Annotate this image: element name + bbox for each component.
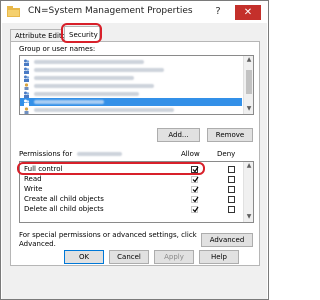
scroll-thumb[interactable] [246, 70, 252, 94]
help-button[interactable]: Help [199, 250, 239, 264]
redacted-name [34, 92, 139, 96]
special-permissions-text-2: Advanced. [19, 240, 56, 248]
permission-name: Write [24, 185, 43, 193]
permissions-label: Permissions for [19, 150, 73, 158]
permission-name: Create all child objects [24, 195, 104, 203]
ok-button[interactable]: OK [64, 250, 104, 264]
window-title: CN=System Management Properties [28, 6, 193, 16]
cancel-button[interactable]: Cancel [109, 250, 149, 264]
group-label: Group or user names: [19, 45, 96, 53]
deny-checkbox[interactable] [228, 196, 235, 203]
redacted-name [34, 100, 104, 104]
list-item[interactable] [20, 74, 242, 82]
allow-checkbox[interactable] [191, 176, 199, 183]
permissions-scrollbar[interactable]: ▲ ▼ [243, 162, 253, 222]
security-panel: Group or user names: ▲ ▼ Add... Remove P… [10, 41, 260, 266]
list-item[interactable] [20, 66, 242, 74]
permission-row: Create all child objects [20, 195, 244, 204]
user-icon [24, 83, 29, 90]
apply-button[interactable]: Apply [154, 250, 194, 264]
close-button[interactable]: ✕ [235, 5, 261, 20]
scroll-up-icon[interactable]: ▲ [245, 162, 253, 170]
list-item[interactable] [20, 82, 242, 90]
permission-row: Read [20, 175, 244, 184]
allow-checkbox[interactable] [191, 206, 199, 213]
tab-attribute-editor[interactable]: Attribute Editor [10, 29, 69, 41]
user-icon [24, 107, 29, 114]
dialog-body: Attribute Editor Security Group or user … [2, 23, 267, 299]
list-item[interactable] [20, 90, 242, 98]
group-icon [24, 59, 30, 66]
check-icon [192, 206, 199, 213]
full-control-highlight [17, 162, 205, 175]
group-icon [24, 67, 30, 74]
permission-name: Read [24, 175, 42, 183]
deny-header: Deny [217, 150, 236, 158]
group-icon [24, 91, 30, 98]
permission-row: Write [20, 185, 244, 194]
deny-checkbox[interactable] [228, 176, 235, 183]
user-list[interactable]: ▲ ▼ [19, 55, 254, 115]
deny-checkbox[interactable] [228, 166, 235, 173]
add-button[interactable]: Add... [157, 128, 200, 142]
redacted-permissions-target [77, 152, 122, 156]
title-bar: CN=System Management Properties ? ✕ [1, 1, 268, 23]
scroll-up-icon[interactable]: ▲ [245, 56, 253, 64]
deny-checkbox[interactable] [228, 206, 235, 213]
redacted-name [34, 68, 164, 72]
scroll-down-icon[interactable]: ▼ [245, 213, 253, 221]
list-item[interactable] [20, 58, 242, 66]
remove-button[interactable]: Remove [207, 128, 253, 142]
check-icon [192, 176, 199, 183]
deny-checkbox[interactable] [228, 186, 235, 193]
properties-dialog: CN=System Management Properties ? ✕ Attr… [0, 0, 269, 300]
check-icon [192, 196, 199, 203]
permission-row: Delete all child objects [20, 205, 244, 214]
allow-checkbox[interactable] [191, 186, 199, 193]
list-item-selected[interactable] [20, 98, 242, 106]
scroll-down-icon[interactable]: ▼ [245, 105, 253, 113]
allow-checkbox[interactable] [191, 196, 199, 203]
check-icon [192, 186, 199, 193]
special-permissions-text: For special permissions or advanced sett… [19, 231, 197, 239]
group-icon [24, 75, 30, 82]
security-tab-highlight [61, 23, 102, 43]
folder-icon [7, 6, 20, 17]
advanced-button[interactable]: Advanced [201, 233, 253, 247]
redacted-name [34, 108, 174, 112]
permission-name: Delete all child objects [24, 205, 104, 213]
group-icon [24, 99, 30, 106]
redacted-name [34, 76, 134, 80]
list-item[interactable] [20, 106, 242, 114]
user-list-scrollbar[interactable]: ▲ ▼ [243, 56, 253, 114]
redacted-name [34, 60, 144, 64]
allow-header: Allow [181, 150, 200, 158]
redacted-name [34, 84, 154, 88]
help-title-button[interactable]: ? [211, 5, 225, 19]
